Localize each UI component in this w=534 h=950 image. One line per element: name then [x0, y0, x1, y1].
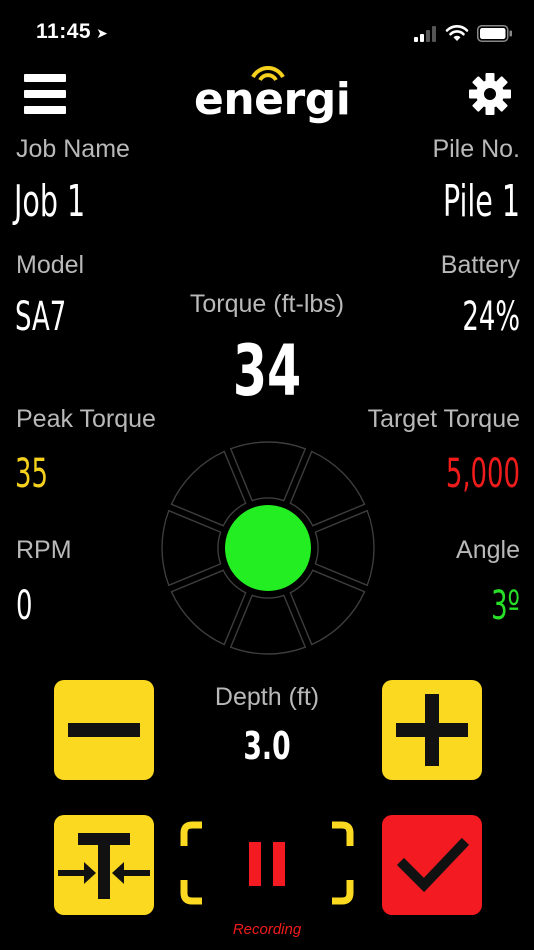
hamburger-menu-icon[interactable]: [24, 74, 66, 114]
target-torque-value[interactable]: 5,000: [446, 451, 520, 497]
target-torque-label: Target Torque: [367, 405, 520, 433]
depth-value: 3.0: [243, 724, 291, 768]
tare-icon: [58, 833, 150, 899]
level-segment: [314, 509, 375, 587]
energi-logo: energi: [194, 62, 351, 125]
job-name-value[interactable]: Job 1: [14, 176, 85, 227]
job-name-label: Job Name: [16, 135, 130, 163]
pause-icon: [180, 821, 354, 905]
level-segment: [289, 450, 366, 527]
checkmark-icon: [396, 837, 470, 893]
wifi-icon: [445, 25, 469, 41]
angle-label: Angle: [456, 536, 520, 564]
level-segment: [229, 441, 307, 502]
peak-torque-label: Peak Torque: [16, 405, 156, 433]
pause-recording-button[interactable]: [178, 818, 356, 908]
cellular-signal-icon: [414, 26, 436, 42]
battery-icon: [477, 25, 512, 42]
depth-decrease-button[interactable]: [54, 680, 154, 780]
level-segment: [170, 450, 247, 527]
plus-icon: [396, 694, 468, 766]
logo-text: energi: [194, 74, 351, 125]
recording-status: Recording: [232, 921, 302, 938]
depth-label: Depth (ft): [214, 683, 320, 711]
complete-pile-button[interactable]: [382, 815, 482, 915]
battery-value: 24%: [462, 294, 520, 340]
pile-number-label: Pile No.: [432, 135, 520, 163]
minus-icon: [68, 723, 140, 737]
level-bubble: [225, 505, 311, 591]
battery-label: Battery: [440, 251, 520, 279]
tare-button[interactable]: [54, 815, 154, 915]
pile-number-value[interactable]: Pile 1: [443, 176, 520, 227]
rpm-value: 0: [16, 583, 33, 629]
level-segment: [289, 569, 366, 646]
location-arrow-icon: ➤: [96, 25, 109, 41]
rpm-label: RPM: [16, 536, 72, 564]
level-segment: [161, 509, 222, 587]
status-time: 11:45 ➤: [36, 20, 109, 43]
gear-icon[interactable]: [468, 72, 512, 116]
peak-torque-value: 35: [15, 451, 48, 497]
torque-label: Torque (ft-lbs): [189, 290, 345, 318]
level-segment: [170, 569, 247, 646]
model-label: Model: [16, 251, 85, 279]
depth-increase-button[interactable]: [382, 680, 482, 780]
level-indicator: [161, 441, 375, 655]
model-value: SA7: [15, 294, 67, 340]
torque-value: 34: [232, 330, 302, 412]
angle-value: 3º: [491, 583, 520, 629]
level-segment: [229, 594, 307, 655]
